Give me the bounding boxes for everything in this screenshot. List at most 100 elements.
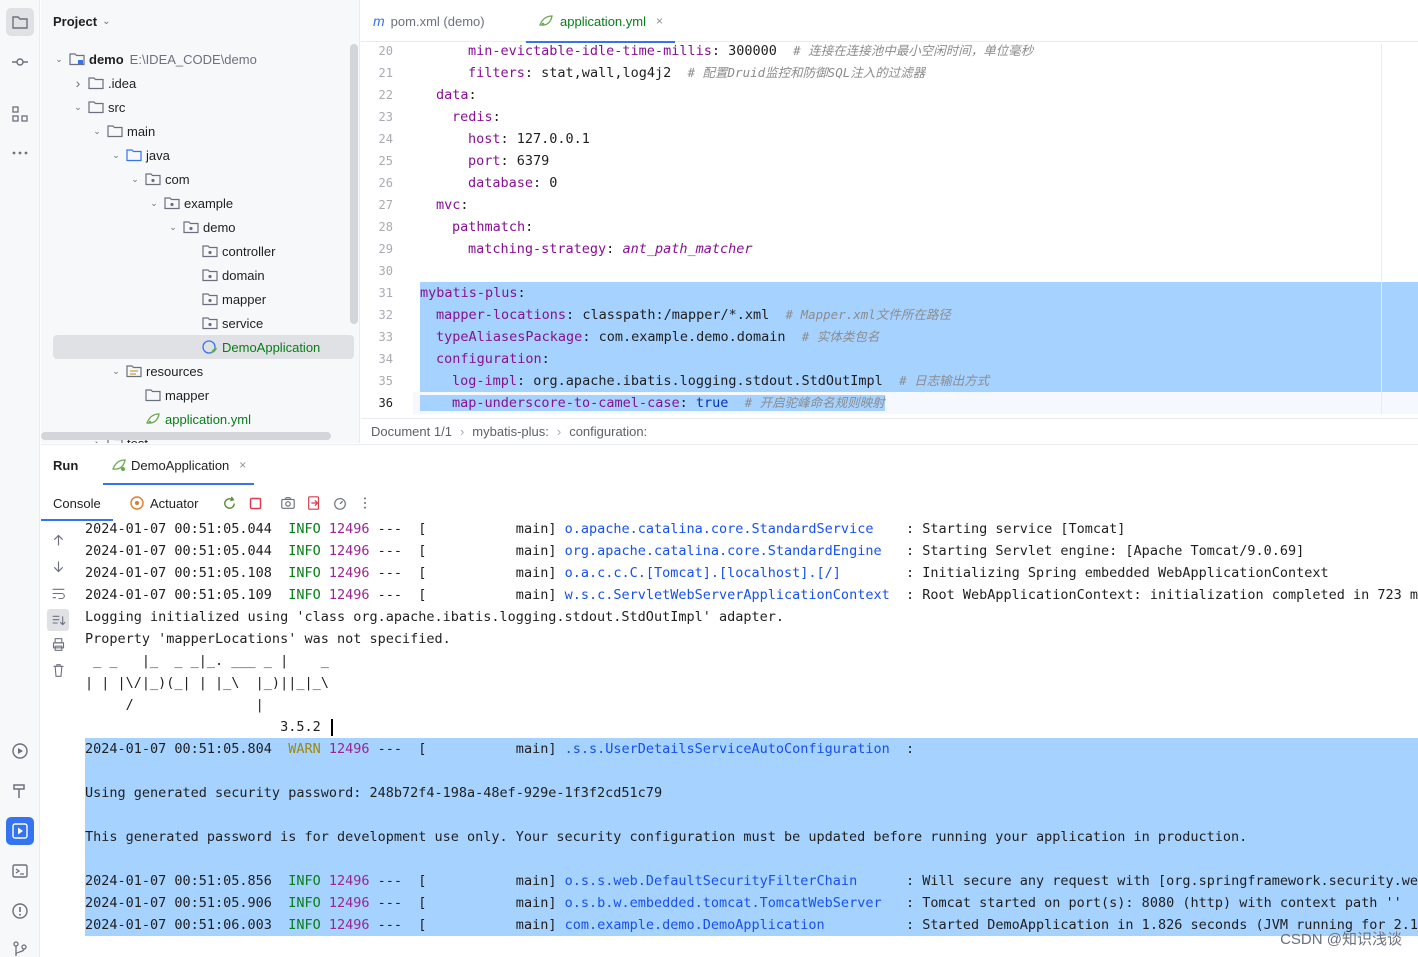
profiler-icon[interactable]: [331, 494, 349, 512]
line-number: 24: [378, 132, 393, 146]
tree-item-label: example: [184, 195, 234, 211]
chevron-down-icon[interactable]: ⌄: [72, 102, 84, 113]
log-pid: 12496: [328, 587, 370, 603]
log-thread: --- [ main]: [377, 521, 557, 537]
chevron-down-icon[interactable]: ⌄: [102, 16, 110, 27]
breadcrumb-mybatis-plus[interactable]: mybatis-plus:: [472, 424, 549, 439]
tree-item-demo[interactable]: ⌄ demo: [41, 215, 359, 239]
tree-item-src[interactable]: ⌄ src: [41, 95, 359, 119]
arrow-down-icon[interactable]: [49, 557, 67, 575]
chevron-down-icon[interactable]: ⌄: [167, 222, 179, 233]
yaml-comment: # 开启驼峰命名规则映射: [744, 395, 885, 410]
log-level: INFO: [288, 587, 321, 603]
services-icon[interactable]: [6, 737, 34, 765]
camera-icon[interactable]: [279, 494, 297, 512]
run-tab-demo-application[interactable]: DemoApplication ×: [103, 445, 255, 485]
chevron-right-icon[interactable]: ›: [72, 75, 84, 91]
log-message: : Initializing Spring embedded WebApplic…: [905, 565, 1329, 581]
tree-item-controller[interactable]: controller: [41, 239, 359, 263]
log-logger[interactable]: o.a.c.c.C.[Tomcat].[localhost].[/]: [565, 565, 898, 581]
vertical-scrollbar[interactable]: [350, 44, 358, 324]
breadcrumb: Document 1/1 › mybatis-plus: › configura…: [361, 418, 1418, 443]
exit-icon[interactable]: [305, 494, 323, 512]
tab-console[interactable]: Console: [41, 485, 113, 521]
yaml-value: stat,wall,log4j2: [541, 65, 672, 81]
tool-window-strip: [0, 0, 40, 957]
tab-actuator[interactable]: Actuator: [117, 485, 210, 521]
run-tool-icon[interactable]: [6, 817, 34, 845]
tree-item-mapper[interactable]: mapper: [41, 287, 359, 311]
log-logger[interactable]: org.apache.catalina.core.StandardEngine: [565, 543, 898, 559]
log-logger[interactable]: o.s.b.w.embedded.tomcat.TomcatWebServer: [565, 895, 898, 911]
tab-application-yml[interactable]: application.yml ×: [526, 0, 676, 43]
breadcrumb-configuration[interactable]: configuration:: [569, 424, 647, 439]
chevron-down-icon[interactable]: ⌄: [53, 54, 65, 65]
tree-item-applicationyml[interactable]: application.yml: [41, 407, 359, 431]
tree-item-resources[interactable]: ⌄ resources: [41, 359, 359, 383]
close-icon[interactable]: ×: [656, 14, 663, 28]
tree-item-service[interactable]: service: [41, 311, 359, 335]
log-logger[interactable]: .s.s.UserDetailsServiceAutoConfiguration: [565, 741, 898, 757]
console-output[interactable]: 2024-01-07 00:51:05.044 INFO 12496 --- […: [85, 521, 1418, 957]
stop-icon[interactable]: [246, 494, 264, 512]
tab-pom-xml[interactable]: m pom.xml (demo): [361, 0, 497, 42]
editor-scrollbar[interactable]: [1381, 44, 1382, 414]
chevron-down-icon[interactable]: ⌄: [110, 150, 122, 161]
line-number: 23: [378, 110, 393, 124]
log-timestamp: 2024-01-07 00:51:06.003: [85, 917, 272, 933]
soft-wrap-icon[interactable]: [49, 584, 67, 602]
log-pid: 12496: [328, 565, 370, 581]
scroll-to-end-icon[interactable]: [47, 609, 69, 631]
build-hammer-icon[interactable]: [6, 777, 34, 805]
package-icon: [202, 268, 218, 282]
terminal-icon[interactable]: [6, 857, 34, 885]
log-logger[interactable]: com.example.demo.DemoApplication: [565, 917, 898, 933]
log-thread: --- [ main]: [377, 917, 557, 933]
tree-item-demoapplication[interactable]: DemoApplication: [41, 335, 359, 359]
commit-icon[interactable]: [6, 48, 34, 76]
log-logger[interactable]: o.apache.catalina.core.StandardService: [565, 521, 898, 537]
log-thread: --- [ main]: [377, 587, 557, 603]
more-options-icon[interactable]: [356, 494, 374, 512]
print-icon[interactable]: [49, 635, 67, 653]
code-area[interactable]: min-evictable-idle-time-millis: 300000 #…: [413, 42, 1418, 416]
log-logger[interactable]: w.s.c.ServletWebServerApplicationContext: [565, 587, 898, 603]
chevron-down-icon[interactable]: ⌄: [110, 366, 122, 377]
close-icon[interactable]: ×: [239, 458, 246, 472]
project-folder-icon[interactable]: [6, 8, 34, 36]
line-number: 36: [378, 396, 393, 410]
log-timestamp: 2024-01-07 00:51:05.804: [85, 741, 272, 757]
yaml-key: port: [468, 153, 501, 169]
problems-icon[interactable]: [6, 897, 34, 925]
tree-item-domain[interactable]: domain: [41, 263, 359, 287]
yaml-value: 0: [549, 175, 558, 191]
tree-item-example[interactable]: ⌄ example: [41, 191, 359, 215]
arrow-up-icon[interactable]: [49, 531, 67, 549]
more-tools-icon[interactable]: [6, 139, 34, 167]
code-line: map-underscore-to-camel-case: true # 开启驼…: [413, 392, 1418, 414]
rerun-icon[interactable]: [220, 494, 238, 512]
console-line: 2024-01-07 00:51:05.804 WARN 12496 --- […: [85, 738, 914, 760]
log-message: : Starting Servlet engine: [Apache Tomca…: [905, 543, 1305, 559]
tree-item-idea[interactable]: › .idea: [41, 71, 359, 95]
code-line: configuration:: [436, 351, 558, 367]
structure-icon[interactable]: [6, 100, 34, 128]
horizontal-scrollbar[interactable]: [41, 432, 331, 440]
chevron-down-icon[interactable]: ⌄: [129, 174, 141, 185]
trash-icon[interactable]: [49, 661, 67, 679]
console-line: 2024-01-07 00:51:05.109 INFO 12496 --- […: [85, 584, 1418, 606]
git-icon[interactable]: [6, 935, 34, 957]
console-text: _ _ |_ _ _|_. ___ _ | _: [85, 653, 337, 669]
tree-item-mapper[interactable]: mapper: [41, 383, 359, 407]
chevron-down-icon[interactable]: ⌄: [91, 126, 103, 137]
breadcrumb-document[interactable]: Document 1/1: [371, 424, 452, 439]
console-line: Property 'mapperLocations' was not speci…: [85, 628, 451, 650]
tree-item-java[interactable]: ⌄ java: [41, 143, 359, 167]
tree-item-main[interactable]: ⌄ main: [41, 119, 359, 143]
package-icon: [145, 172, 161, 186]
project-header[interactable]: Project ⌄: [41, 0, 359, 42]
chevron-down-icon[interactable]: ⌄: [148, 198, 160, 209]
tree-item-com[interactable]: ⌄ com: [41, 167, 359, 191]
tree-item-demo[interactable]: ⌄ demo E:\IDEA_CODE\demo: [41, 47, 359, 71]
log-logger[interactable]: o.s.s.web.DefaultSecurityFilterChain: [565, 873, 898, 889]
